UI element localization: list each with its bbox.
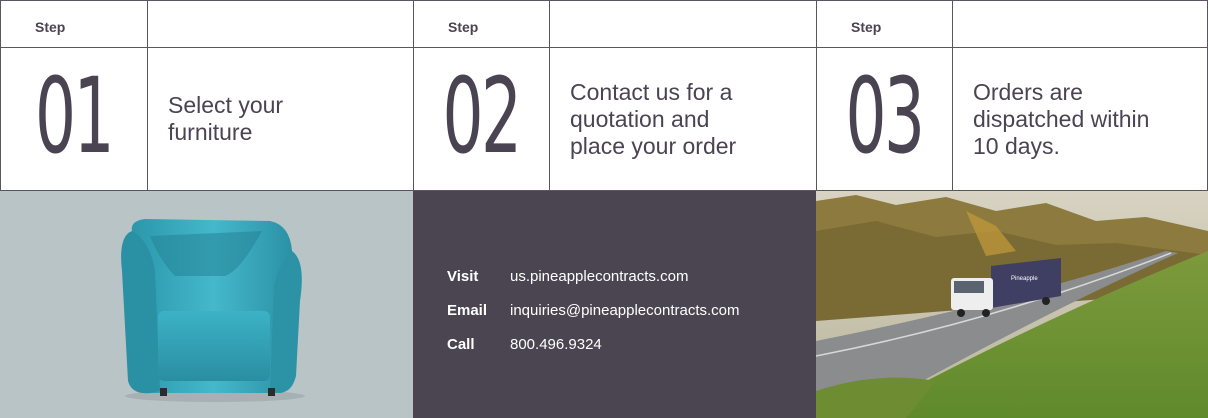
armchair-illustration — [121, 219, 305, 402]
step-3-body: 03 Orders are dispatched within 10 days. — [816, 48, 1208, 191]
step-description-text: Contact us for a quotation and place you… — [570, 78, 737, 159]
step-3-column: Step 03 Orders are dispatched within 10 … — [816, 0, 1208, 418]
step-description-text: Orders are dispatched within 10 days. — [973, 78, 1150, 159]
visit-label: Visit — [447, 267, 479, 285]
contact-panel: Visit us.pineapplecontracts.com Email in… — [413, 191, 816, 418]
step-number-cell: 03 — [816, 48, 953, 190]
step-description: Orders are dispatched within 10 days. — [953, 48, 1208, 190]
step-number: 01 — [34, 55, 115, 177]
step-number-cell: 01 — [0, 48, 148, 190]
step-2-header: Step — [413, 0, 816, 48]
chair-image — [0, 191, 413, 418]
truck-brand: Pineapple — [1011, 276, 1038, 282]
step-description-text: Select your furniture — [168, 92, 284, 145]
step-label: Step — [413, 1, 550, 47]
step-1-column: Step 01 Select your furniture — [0, 0, 413, 418]
step-number: 02 — [442, 55, 522, 177]
step-label: Step — [816, 1, 953, 47]
email-link[interactable]: inquiries@pineapplecontracts.com — [510, 302, 740, 319]
contact-list: Visit us.pineapplecontracts.com Email in… — [447, 259, 740, 361]
step-1-body: 01 Select your furniture — [0, 48, 413, 191]
email-label: Email — [447, 301, 488, 319]
step-1-header: Step — [0, 0, 413, 48]
contact-call-row: Call 800.496.9324 — [447, 327, 740, 361]
steps-grid: Step 01 Select your furniture Step 02 Co… — [0, 0, 1208, 418]
highway-illustration: Pineapple — [816, 191, 1208, 418]
step-number: 03 — [845, 55, 925, 177]
step-label: Step — [0, 1, 148, 47]
step-2-column: Step 02 Contact us for a quotation and p… — [413, 0, 816, 418]
contact-email-row: Email inquiries@pineapplecontracts.com — [447, 293, 740, 327]
truck-highway-photo: Pineapple — [816, 191, 1208, 418]
step-description: Select your furniture — [148, 48, 413, 190]
step-3-header: Step — [816, 0, 1208, 48]
visit-link[interactable]: us.pineapplecontracts.com — [510, 268, 688, 285]
step-number-cell: 02 — [413, 48, 550, 190]
call-label: Call — [447, 335, 475, 353]
contact-visit-row: Visit us.pineapplecontracts.com — [447, 259, 740, 293]
step-2-body: 02 Contact us for a quotation and place … — [413, 48, 816, 191]
phone-link[interactable]: 800.496.9324 — [510, 336, 602, 353]
step-description: Contact us for a quotation and place you… — [550, 48, 816, 190]
